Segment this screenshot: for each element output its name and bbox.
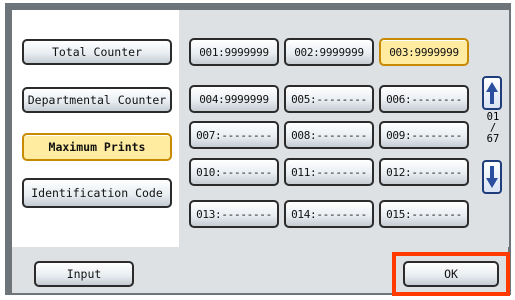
counter-cell[interactable]: 013:-------- bbox=[189, 200, 279, 228]
counter-cell-label: 005:-------- bbox=[291, 92, 367, 106]
counter-cell-label: 008:-------- bbox=[291, 128, 367, 142]
counter-cell[interactable]: 008:-------- bbox=[284, 121, 374, 149]
counter-cell-label: 011:-------- bbox=[291, 165, 367, 179]
counter-cell-label: 015:-------- bbox=[386, 207, 462, 221]
counter-cell[interactable]: 003:9999999 bbox=[379, 38, 469, 66]
ok-highlight-outline bbox=[392, 252, 510, 296]
menu-label: Identification Code bbox=[31, 186, 163, 200]
input-button[interactable]: Input bbox=[34, 261, 134, 287]
counter-cell-label: 009:-------- bbox=[386, 128, 462, 142]
menu-label: Total Counter bbox=[51, 45, 142, 59]
counter-cell[interactable]: 004:9999999 bbox=[189, 85, 279, 113]
page-indicator: 01 / 67 bbox=[480, 112, 506, 156]
counter-cell-label: 002:9999999 bbox=[294, 45, 364, 59]
departmental-counter-button[interactable]: Departmental Counter bbox=[22, 87, 172, 113]
counter-cell-label: 010:-------- bbox=[196, 165, 272, 179]
total-counter-button[interactable]: Total Counter bbox=[22, 39, 172, 65]
counter-cell[interactable]: 010:-------- bbox=[189, 158, 279, 186]
counter-cell-label: 013:-------- bbox=[196, 207, 272, 221]
down-arrow-icon bbox=[486, 166, 498, 188]
counter-cell[interactable]: 001:9999999 bbox=[189, 38, 279, 66]
counter-cell-label: 003:9999999 bbox=[389, 45, 459, 59]
counter-cell[interactable]: 015:-------- bbox=[379, 200, 469, 228]
counter-cell[interactable]: 011:-------- bbox=[284, 158, 374, 186]
counter-cell-label: 004:9999999 bbox=[199, 92, 269, 106]
counter-cell-label: 014:-------- bbox=[291, 207, 367, 221]
counter-cell[interactable]: 002:9999999 bbox=[284, 38, 374, 66]
counter-cell[interactable]: 005:-------- bbox=[284, 85, 374, 113]
scroll-up-button[interactable] bbox=[482, 76, 502, 110]
page-total: 67 bbox=[486, 133, 500, 145]
menu-label: Maximum Prints bbox=[48, 140, 146, 154]
maximum-prints-button[interactable]: Maximum Prints bbox=[22, 133, 172, 161]
up-arrow-icon bbox=[486, 82, 498, 104]
counter-cell-label: 001:9999999 bbox=[199, 45, 269, 59]
counter-cell-label: 006:-------- bbox=[386, 92, 462, 106]
counter-cell[interactable]: 006:-------- bbox=[379, 85, 469, 113]
counter-cell[interactable]: 012:-------- bbox=[379, 158, 469, 186]
identification-code-button[interactable]: Identification Code bbox=[22, 178, 172, 208]
input-button-label: Input bbox=[66, 267, 102, 281]
menu-label: Departmental Counter bbox=[27, 93, 167, 107]
counter-cell-label: 012:-------- bbox=[386, 165, 462, 179]
scroll-down-button[interactable] bbox=[482, 160, 502, 194]
counter-cell[interactable]: 014:-------- bbox=[284, 200, 374, 228]
counter-cell-label: 007:-------- bbox=[196, 128, 272, 142]
counter-cell[interactable]: 007:-------- bbox=[189, 121, 279, 149]
counter-cell[interactable]: 009:-------- bbox=[379, 121, 469, 149]
